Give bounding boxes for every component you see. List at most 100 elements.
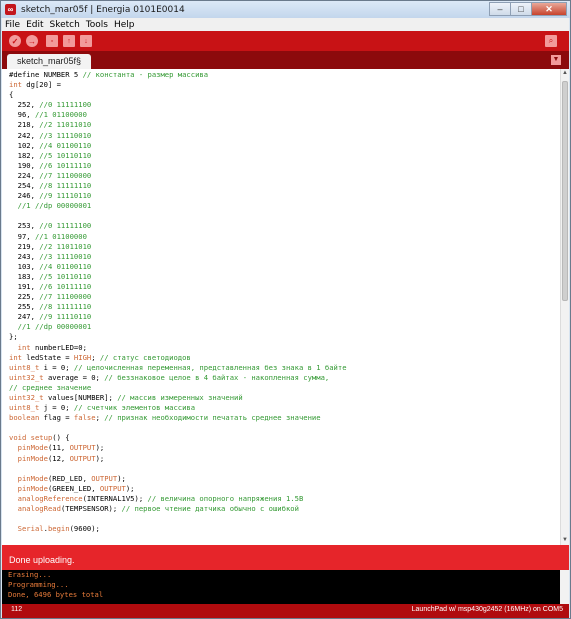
arrow-up-icon: ↑ [67, 37, 71, 45]
code-token: 242, [9, 130, 40, 140]
close-button[interactable]: ✕ [531, 2, 567, 16]
code-line[interactable]: 219, //2 11011010 [9, 242, 347, 252]
code-line[interactable]: 254, //8 11111110 [9, 181, 347, 191]
code-token: //9 11110110 [39, 312, 92, 322]
menu-sketch[interactable]: Sketch [47, 20, 83, 30]
save-button[interactable]: ↓ [80, 35, 92, 47]
console-scrollbar[interactable] [560, 570, 569, 604]
minimize-button[interactable]: – [489, 2, 511, 16]
code-line[interactable]: { [9, 90, 347, 100]
console-output[interactable]: Erasing... Programming... Done, 6496 byt… [2, 570, 569, 604]
new-button[interactable]: ▫ [46, 35, 58, 47]
code-line[interactable] [9, 514, 347, 524]
code-line[interactable]: boolean flag = false; // признак необход… [9, 413, 347, 423]
console-line: Erasing... [8, 570, 52, 579]
upload-button[interactable]: → [26, 35, 38, 47]
open-button[interactable]: ↑ [63, 35, 75, 47]
code-line[interactable]: 191, //6 10111110 [9, 282, 347, 292]
editor-scrollbar[interactable]: ▲ ▼ [560, 69, 569, 545]
code-line[interactable]: 253, //0 11111100 [9, 221, 347, 231]
energia-logo-icon: ∞ [5, 4, 16, 15]
code-token: pinMode [17, 443, 48, 453]
code-line[interactable]: 243, //3 11110010 [9, 252, 347, 262]
code-token: 96, [9, 110, 35, 120]
menu-edit[interactable]: Edit [23, 20, 46, 30]
code-line[interactable]: pinMode(12, OUTPUT); [9, 454, 347, 464]
code-token: // беззнаковое целое в 4 байтах - накопл… [104, 372, 330, 382]
code-line[interactable] [9, 423, 347, 433]
code-line[interactable]: int numberLED=0; [9, 343, 347, 353]
code-line[interactable]: analogReference(INTERNAL1V5); // величин… [9, 494, 347, 504]
code-token: uint8_t [9, 403, 40, 413]
code-line[interactable]: 242, //3 11110010 [9, 131, 347, 141]
code-line[interactable]: 190, //6 10111110 [9, 161, 347, 171]
code-token: // признак необходимости печатать средне… [104, 413, 321, 423]
code-token: HIGH [73, 352, 92, 362]
code-token: ); [95, 443, 105, 453]
code-line[interactable]: 97, //1 01100000 [9, 232, 347, 242]
serial-monitor-button[interactable]: ⌕ [545, 35, 557, 47]
code-line[interactable]: uint32_t values[NUMBER]; // массив измер… [9, 393, 347, 403]
scroll-down-icon[interactable]: ▼ [561, 536, 569, 545]
code-line[interactable]: 246, //9 11110110 [9, 191, 347, 201]
code-line[interactable]: 247, //9 11110110 [9, 312, 347, 322]
menu-bar: File Edit Sketch Tools Help [2, 18, 569, 31]
code-editor[interactable]: #define NUMBER 5 // константа - размер м… [2, 69, 569, 545]
code-line[interactable]: 218, //2 11011010 [9, 120, 347, 130]
code-token: ; [91, 352, 100, 362]
code-line[interactable]: int dg[20] = [9, 80, 347, 90]
code-line[interactable]: #define NUMBER 5 // константа - размер м… [9, 70, 347, 80]
code-line[interactable] [9, 211, 347, 221]
check-icon: ✓ [11, 36, 19, 46]
code-line[interactable]: pinMode(11, OUTPUT); [9, 443, 347, 453]
code-line[interactable]: 182, //5 10110110 [9, 151, 347, 161]
code-token: //6 10111110 [39, 281, 92, 291]
code-token: // константа - размер массива [82, 70, 209, 79]
code-line[interactable]: uint8_t i = 0; // целочисленная переменн… [9, 363, 347, 373]
code-token: //3 11110010 [39, 251, 92, 261]
code-line[interactable]: uint8_t j = 0; // счетчик элементов масс… [9, 403, 347, 413]
code-line[interactable]: Serial.begin(9600); [9, 524, 347, 534]
code-line[interactable]: 103, //4 01100110 [9, 262, 347, 272]
line-number: 112 [11, 606, 23, 613]
toolbar: ✓ → ▫ ↑ ↓ ⌕ [2, 31, 569, 51]
code-line[interactable]: void setup() { [9, 433, 347, 443]
code-line[interactable]: 96, //1 01100000 [9, 110, 347, 120]
maximize-button[interactable]: □ [510, 2, 532, 16]
code-line[interactable]: 255, //8 11111110 [9, 302, 347, 312]
tab-sketch[interactable]: sketch_mar05f§ [7, 54, 92, 69]
energia-window: ∞ sketch_mar05f | Energia 0101E0014 – □ … [0, 0, 571, 619]
title-bar[interactable]: ∞ sketch_mar05f | Energia 0101E0014 – □ … [1, 1, 570, 18]
code-token: 102, [9, 140, 40, 150]
code-line[interactable]: //1 //dp 00000001 [9, 201, 347, 211]
verify-button[interactable]: ✓ [9, 35, 21, 47]
code-line[interactable]: pinMode(RED_LED, OUTPUT); [9, 474, 347, 484]
code-line[interactable]: // среднее значение [9, 383, 347, 393]
code-token: numberLED=0; [30, 342, 87, 352]
code-text[interactable]: #define NUMBER 5 // константа - размер м… [9, 70, 347, 534]
code-line[interactable]: 102, //4 01100110 [9, 141, 347, 151]
code-line[interactable]: 252, //0 11111100 [9, 100, 347, 110]
code-line[interactable] [9, 464, 347, 474]
menu-file[interactable]: File [2, 20, 23, 30]
scroll-up-icon[interactable]: ▲ [561, 69, 569, 78]
code-line[interactable]: pinMode(GREEN_LED, OUTPUT); [9, 484, 347, 494]
tab-menu-button[interactable]: ▼ [551, 55, 561, 65]
code-line[interactable]: }; [9, 332, 347, 342]
code-token: (9600); [69, 524, 100, 534]
code-token: //7 11100000 [39, 292, 92, 302]
menu-help[interactable]: Help [111, 20, 138, 30]
scroll-thumb[interactable] [562, 81, 568, 301]
code-token: pinMode [17, 453, 48, 463]
code-token: //5 10110110 [39, 150, 92, 160]
code-line[interactable]: 224, //7 11100000 [9, 171, 347, 181]
code-line[interactable]: int ledState = HIGH; // статус светодиод… [9, 353, 347, 363]
code-line[interactable]: uint32_t average = 0; // беззнаковое цел… [9, 373, 347, 383]
menu-tools[interactable]: Tools [83, 20, 111, 30]
code-line[interactable]: analogRead(TEMPSENSOR); // первое чтение… [9, 504, 347, 514]
code-line[interactable]: //1 //dp 00000001 [9, 322, 347, 332]
code-line[interactable]: 225, //7 11100000 [9, 292, 347, 302]
code-line[interactable]: 183, //5 10110110 [9, 272, 347, 282]
code-token: (INTERNAL1V5); [82, 493, 148, 503]
